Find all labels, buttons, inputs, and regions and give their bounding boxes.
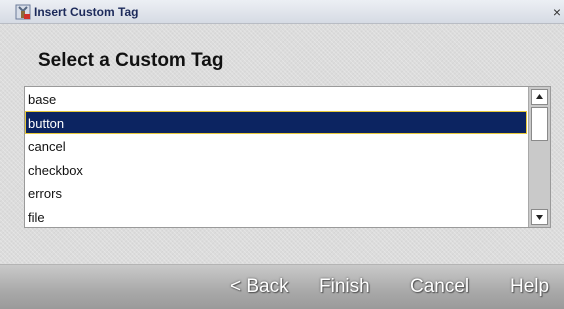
close-icon: × xyxy=(552,4,562,20)
scroll-up-button[interactable] xyxy=(531,89,548,105)
custom-tag-list[interactable]: base button cancel checkbox errors file xyxy=(24,86,551,228)
list-item[interactable]: button xyxy=(25,110,527,134)
tag-wizard-icon xyxy=(15,4,31,20)
vertical-scrollbar[interactable] xyxy=(528,87,550,227)
insert-custom-tag-dialog: Insert Custom Tag × Select a Custom Tag … xyxy=(0,0,564,309)
list-item[interactable]: file xyxy=(25,205,527,228)
list-item[interactable]: base xyxy=(25,87,527,111)
scroll-thumb[interactable] xyxy=(531,107,548,141)
list-item[interactable]: cancel xyxy=(25,134,527,158)
finish-button[interactable]: Finish xyxy=(319,273,370,301)
help-button[interactable]: Help xyxy=(510,273,549,301)
cancel-button[interactable]: Cancel xyxy=(410,273,469,301)
window-title: Insert Custom Tag xyxy=(34,5,139,19)
scroll-down-arrow-icon xyxy=(536,215,543,220)
title-bar: Insert Custom Tag × xyxy=(0,0,564,24)
list-item[interactable]: errors xyxy=(25,181,527,205)
page-title: Select a Custom Tag xyxy=(38,50,224,71)
scroll-up-arrow-icon xyxy=(536,94,543,99)
custom-tag-list-items: base button cancel checkbox errors file xyxy=(25,87,527,228)
list-item[interactable]: checkbox xyxy=(25,158,527,182)
back-button[interactable]: < Back xyxy=(230,273,289,301)
close-button[interactable]: × xyxy=(550,4,564,20)
wizard-button-bar: < Back Finish Cancel Help xyxy=(0,264,564,309)
scroll-down-button[interactable] xyxy=(531,209,548,225)
